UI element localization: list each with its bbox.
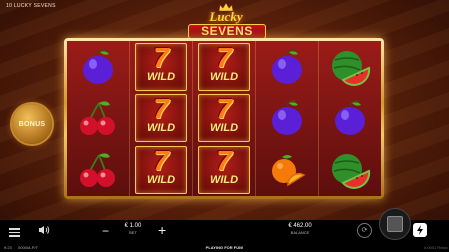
lightning-icon — [417, 225, 423, 235]
provider-brand: 0.0001 Relax — [424, 245, 448, 250]
reel-5 — [319, 41, 381, 196]
wild-symbol: 7 WILD — [198, 145, 250, 195]
plum-icon — [272, 100, 302, 136]
turbo-button[interactable] — [413, 223, 427, 237]
reel-2: 7 WILD 7 WILD 7 WILD — [130, 41, 193, 196]
wild-label: WILD — [146, 70, 176, 83]
wild-seven: 7 — [153, 41, 169, 73]
balance-label: BALANCE — [290, 230, 310, 235]
wild-seven: 7 — [216, 93, 232, 125]
plum-symbol — [265, 95, 309, 141]
plum-symbol — [76, 44, 120, 90]
wild-symbol: 7 WILD — [135, 41, 187, 91]
plum-icon — [272, 48, 302, 84]
wild-label: WILD — [209, 70, 239, 83]
reel-1 — [67, 41, 130, 196]
wild-seven: 7 — [216, 145, 232, 177]
watermelon-symbol — [328, 147, 372, 193]
cherry-symbol — [76, 95, 120, 141]
wild-seven: 7 — [153, 145, 169, 177]
autoplay-button[interactable]: ⟳ — [357, 223, 372, 238]
wild-label: WILD — [146, 122, 176, 135]
wild-symbol: 7 WILD — [135, 145, 187, 195]
watermelon-symbol — [328, 44, 372, 90]
orange-icon — [272, 155, 306, 187]
wild-label: WILD — [209, 174, 239, 187]
decrease-bet-button[interactable]: − — [102, 224, 109, 238]
bonus-buy-button[interactable]: BONUS — [12, 104, 52, 144]
reel-frame: 7 WILD 7 WILD 7 WILD 7 WILD 7 WILD 7 WIL… — [64, 38, 384, 199]
watermelon-icon — [332, 50, 371, 86]
status-bar: 9:23 0000IA.P/T PLAYING FOR FUN! 0.0001 … — [0, 243, 449, 252]
plum-icon — [335, 100, 365, 136]
logo-lucky: Lucky — [209, 9, 243, 24]
wild-symbol: 7 WILD — [198, 93, 250, 143]
reels-area: 7 WILD 7 WILD 7 WILD 7 WILD 7 WILD 7 WIL… — [67, 41, 381, 196]
balance-value: € 462.00 — [288, 223, 312, 229]
bet-value: € 1.00 — [124, 223, 142, 229]
menu-icon[interactable] — [9, 226, 20, 239]
plum-symbol — [265, 44, 309, 90]
stop-icon — [387, 216, 403, 232]
orange-symbol — [265, 147, 309, 193]
bonus-label: BONUS — [18, 120, 46, 128]
game-title: 10 LUCKY SEVENS — [6, 3, 56, 9]
sound-icon[interactable] — [38, 225, 50, 235]
spin-button[interactable] — [379, 208, 411, 240]
cherry-symbol — [76, 147, 120, 193]
wild-label: WILD — [146, 174, 176, 187]
wild-symbol: 7 WILD — [198, 41, 250, 91]
bet-label: BET — [129, 230, 137, 235]
reel-4 — [256, 41, 319, 196]
game-logo: Lucky SEVENS — [178, 3, 274, 39]
wild-label: WILD — [209, 122, 239, 135]
wild-symbol: 7 WILD — [135, 93, 187, 143]
play-for-fun-label: PLAYING FOR FUN! — [205, 245, 244, 250]
wild-seven: 7 — [153, 93, 169, 125]
plum-symbol — [328, 95, 372, 141]
logo-sevens: SEVENS — [188, 24, 266, 39]
watermelon-icon — [332, 154, 371, 190]
cherry-icon — [80, 101, 115, 136]
plum-icon — [83, 48, 113, 84]
reel-3: 7 WILD 7 WILD 7 WILD — [193, 41, 256, 196]
cherry-icon — [80, 153, 115, 188]
increase-bet-button[interactable]: + — [158, 222, 166, 238]
wild-seven: 7 — [216, 41, 232, 73]
